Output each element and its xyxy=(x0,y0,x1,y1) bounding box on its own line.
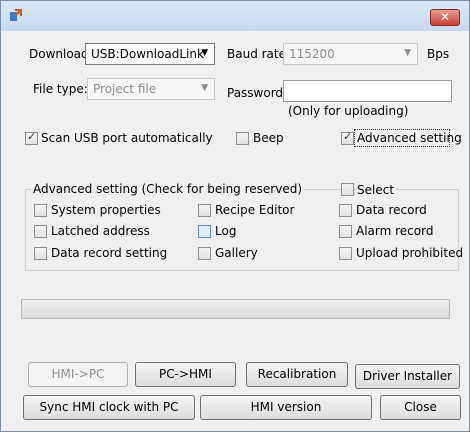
hmi-to-pc-button[interactable]: HMI->PC xyxy=(28,362,128,387)
select-all-label: Select xyxy=(357,183,397,197)
data-record-setting-label: Data record setting xyxy=(51,246,168,260)
advanced-group-title: Advanced setting (Check for being reserv… xyxy=(31,182,305,196)
title-bar: ✕ xyxy=(1,1,469,31)
sync-clock-button[interactable]: Sync HMI clock with PC xyxy=(23,395,195,420)
close-button[interactable]: Close xyxy=(380,395,461,420)
download-label: Download xyxy=(29,47,89,61)
latched-address-label: Latched address xyxy=(51,224,150,238)
upload-prohibited-checkbox[interactable] xyxy=(339,247,352,260)
recipe-editor-label: Recipe Editor xyxy=(215,203,295,217)
upload-prohibited-label: Upload prohibited xyxy=(356,246,464,260)
log-label: Log xyxy=(215,224,237,238)
chevron-down-icon: ▼ xyxy=(201,83,208,93)
recipe-editor-checkbox[interactable] xyxy=(198,204,211,217)
chevron-down-icon: ▼ xyxy=(201,48,208,58)
log-checkbox[interactable] xyxy=(198,225,211,238)
download-select[interactable]: USB:DownloadLink ▼ xyxy=(85,43,215,65)
latched-address-checkbox[interactable] xyxy=(34,225,47,238)
scan-usb-label: Scan USB port automatically xyxy=(41,131,213,145)
system-properties-label: System properties xyxy=(51,203,161,217)
select-all-checkbox[interactable] xyxy=(341,183,354,196)
password-label: Password: xyxy=(227,86,288,100)
driver-installer-button[interactable]: Driver Installer xyxy=(355,364,460,389)
system-properties-checkbox[interactable] xyxy=(34,204,47,217)
recalibration-button[interactable]: Recalibration xyxy=(246,362,348,387)
baud-select: 115200 ▼ xyxy=(283,43,418,65)
advanced-setting-checkbox[interactable] xyxy=(341,130,354,145)
beep-checkbox[interactable] xyxy=(236,132,249,145)
download-dialog: ✕ Download USB:DownloadLink ▼ Baud rate:… xyxy=(0,0,470,432)
password-input[interactable] xyxy=(283,80,452,102)
scan-usb-checkbox[interactable] xyxy=(25,130,38,145)
alarm-record-checkbox[interactable] xyxy=(339,225,352,238)
chevron-down-icon: ▼ xyxy=(404,48,411,58)
filetype-value: Project file xyxy=(93,82,157,96)
pc-to-hmi-button[interactable]: PC->HMI xyxy=(135,362,236,387)
close-icon[interactable]: ✕ xyxy=(430,9,460,26)
download-value: USB:DownloadLink xyxy=(91,47,204,61)
beep-label: Beep xyxy=(253,131,284,145)
baud-value: 115200 xyxy=(289,47,335,61)
filetype-label: File type: xyxy=(33,82,88,96)
advanced-setting-label: Advanced setting xyxy=(357,131,462,145)
progress-bar xyxy=(21,299,450,319)
gallery-checkbox[interactable] xyxy=(198,247,211,260)
filetype-select: Project file ▼ xyxy=(87,78,215,100)
hmi-version-button[interactable]: HMI version xyxy=(200,395,372,420)
password-note: (Only for uploading) xyxy=(288,104,409,118)
data-record-label: Data record xyxy=(356,203,427,217)
baud-unit: Bps xyxy=(427,47,450,61)
data-record-checkbox[interactable] xyxy=(339,204,352,217)
app-icon xyxy=(10,9,22,21)
baud-label: Baud rate: xyxy=(227,47,291,61)
data-record-setting-checkbox[interactable] xyxy=(34,247,47,260)
alarm-record-label: Alarm record xyxy=(356,224,434,238)
gallery-label: Gallery xyxy=(215,246,258,260)
